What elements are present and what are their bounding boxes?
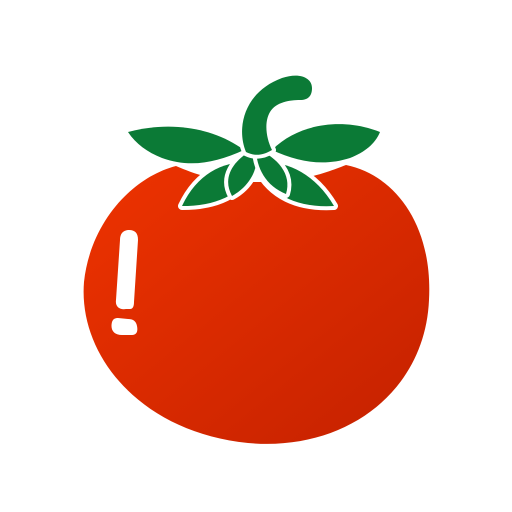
tomato-body: [83, 165, 430, 444]
icon-canvas: [0, 0, 512, 512]
tomato-highlight-short: [111, 318, 138, 335]
leaf-left: [124, 122, 248, 168]
tomato-icon: [83, 71, 430, 444]
leaf-right: [268, 120, 384, 167]
